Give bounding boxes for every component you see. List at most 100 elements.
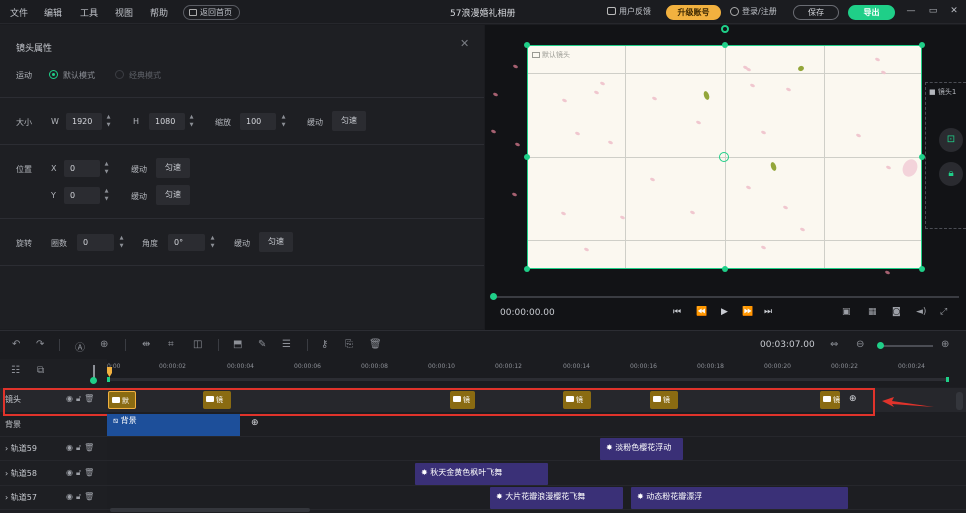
width-stepper[interactable]: ▲ ▼ — [104, 113, 113, 130]
skip-start-icon[interactable]: ⏮ — [673, 307, 681, 317]
width-input[interactable]: 1920 — [66, 113, 102, 130]
prev-frame-icon[interactable]: ⏪ — [696, 307, 707, 317]
track-57[interactable]: › 轨道57 ◉🔓︎🗑︎ ✸ 大片花瓣浪漫樱花飞舞 ✸ 动态粉花瓣漂浮 — [0, 486, 966, 510]
angle-input[interactable]: 0° — [168, 234, 205, 251]
playback-knob[interactable] — [490, 293, 497, 300]
resize-handle[interactable] — [919, 266, 925, 272]
record-icon[interactable]: Ⓐ — [75, 339, 85, 354]
height-stepper[interactable]: ▲ ▼ — [187, 113, 196, 130]
skip-end-icon[interactable]: ⏭ — [764, 307, 772, 317]
track-controls[interactable]: ◉🔓︎🗑︎ — [66, 492, 97, 502]
radio-default-mode[interactable] — [49, 70, 58, 79]
rotation-ease-select[interactable]: 匀速 — [259, 232, 293, 252]
split-icon[interactable]: ⇹ — [142, 339, 150, 350]
login-button[interactable]: 登录/注册 — [730, 6, 777, 17]
menu-tools[interactable]: 工具 — [80, 6, 98, 19]
timeline-scrubber[interactable] — [107, 378, 949, 381]
screenshot-icon[interactable]: ◙ — [892, 307, 901, 317]
close-window-icon[interactable]: ✕ — [948, 5, 960, 17]
replace-icon[interactable]: ⬒ — [233, 339, 242, 350]
undo-icon[interactable]: ↶ — [12, 339, 20, 350]
effect-clip[interactable]: ✸ 秋天金黄色枫叶飞舞 — [415, 463, 548, 485]
upgrade-button[interactable]: 升级账号 — [666, 5, 721, 20]
fit-timeline-icon[interactable]: ⇔ — [830, 339, 838, 350]
resize-handle[interactable] — [524, 154, 530, 160]
time-ruler[interactable]: 0:00 00:00:02 00:00:04 00:00:06 00:00:08… — [107, 359, 966, 387]
copy-icon[interactable]: ⎘ — [345, 339, 353, 350]
add-track-icon[interactable]: ⧉ — [37, 365, 44, 376]
vertical-scrollbar[interactable] — [956, 392, 963, 410]
delete-icon[interactable]: 🗑︎ — [369, 339, 382, 350]
radio-classic-mode[interactable] — [115, 70, 124, 79]
zoom-slider-knob[interactable] — [877, 342, 884, 349]
center-anchor-icon[interactable] — [719, 152, 729, 162]
back-home-button[interactable]: 返回首页 — [183, 5, 240, 20]
lock-track-icon[interactable]: ⚷ — [321, 339, 328, 350]
save-button[interactable]: 保存 — [793, 5, 839, 20]
size-ease-select[interactable]: 匀速 — [332, 111, 366, 131]
track-controls[interactable]: ◉🔓︎🗑︎ — [66, 443, 97, 453]
minimize-icon[interactable]: — — [905, 5, 917, 17]
resize-handle[interactable] — [919, 42, 925, 48]
turns-stepper[interactable]: ▲ ▼ — [117, 234, 126, 251]
y-ease-select[interactable]: 匀速 — [156, 185, 190, 205]
track-59[interactable]: › 轨道59 ◉🔓︎🗑︎ ✸ 淡粉色樱花浮动 — [0, 437, 966, 461]
resize-handle[interactable] — [524, 42, 530, 48]
close-panel-icon[interactable]: ✕ — [460, 37, 469, 50]
canvas[interactable]: 默认镜头 — [527, 45, 922, 269]
height-input[interactable]: 1080 — [149, 113, 185, 130]
resize-handle[interactable] — [722, 266, 728, 272]
track-controls[interactable]: ◉🔓︎🗑︎ — [66, 468, 97, 478]
next-frame-icon[interactable]: ⏩ — [742, 307, 753, 317]
menu-view[interactable]: 视图 — [115, 6, 133, 19]
classic-mode-label[interactable]: 经典模式 — [129, 70, 161, 81]
menu-edit[interactable]: 编辑 — [44, 6, 62, 19]
add-clip-icon[interactable]: ⊕ — [251, 418, 259, 428]
pip-icon[interactable]: ▣ — [842, 307, 851, 317]
export-button[interactable]: 导出 — [848, 5, 895, 20]
effect-clip[interactable]: ✸ 淡粉色樱花浮动 — [600, 438, 683, 460]
x-stepper[interactable]: ▲ ▼ — [102, 160, 111, 177]
playback-progress[interactable] — [493, 296, 959, 298]
x-input[interactable]: 0 — [64, 160, 100, 177]
zoom-out-icon[interactable]: ⊖ — [856, 339, 864, 350]
fit-frame-icon[interactable]: ⊡ — [939, 128, 963, 152]
effect-clip[interactable]: ✸ 大片花瓣浪漫樱花飞舞 — [490, 487, 623, 509]
track-height-knob[interactable] — [90, 377, 97, 384]
crop-icon[interactable]: ⌗ — [168, 339, 174, 350]
zoom-in-icon[interactable]: ⊕ — [941, 339, 949, 350]
scale-stepper[interactable]: ▲ ▼ — [279, 113, 288, 130]
scrubber-end-handle[interactable] — [946, 377, 949, 382]
menu-help[interactable]: 帮助 — [150, 6, 168, 19]
redo-icon[interactable]: ↷ — [36, 339, 44, 350]
track-settings-icon[interactable]: ☷ — [11, 365, 20, 376]
x-ease-select[interactable]: 匀速 — [156, 158, 190, 178]
layers-icon[interactable]: ☰ — [282, 339, 291, 350]
track-background[interactable]: 背景 ⧅ 背景 ⊕ — [0, 413, 966, 437]
zoom-slider[interactable] — [878, 345, 933, 347]
target-icon[interactable]: ⊕ — [100, 339, 108, 350]
track-58[interactable]: › 轨道58 ◉🔓︎🗑︎ ✸ 秋天金黄色枫叶飞舞 — [0, 462, 966, 486]
edit-icon[interactable]: ✎ — [258, 339, 266, 350]
feedback-button[interactable]: 用户反馈 — [607, 6, 651, 17]
scale-input[interactable]: 100 — [240, 113, 276, 130]
scrubber-start-handle[interactable] — [107, 377, 110, 382]
flip-icon[interactable]: ◫ — [193, 339, 202, 350]
effect-clip[interactable]: ✸ 动态粉花瓣漂浮 — [631, 487, 848, 509]
rotate-handle-icon[interactable] — [721, 25, 729, 33]
horizontal-scrollbar[interactable] — [110, 508, 310, 512]
play-icon[interactable]: ▶ — [721, 307, 728, 317]
maximize-icon[interactable]: ▭ — [927, 5, 939, 17]
fullscreen-icon[interactable]: ⤢ — [940, 307, 947, 317]
y-stepper[interactable]: ▲ ▼ — [102, 187, 111, 204]
resize-handle[interactable] — [524, 266, 530, 272]
y-input[interactable]: 0 — [64, 187, 100, 204]
resize-handle[interactable] — [722, 42, 728, 48]
turns-input[interactable]: 0 — [77, 234, 114, 251]
grid-icon[interactable]: ▦ — [868, 307, 877, 317]
volume-icon[interactable]: ◄) — [916, 307, 926, 317]
background-clip[interactable]: ⧅ 背景 — [107, 414, 240, 436]
lock-icon[interactable]: 🔒︎ — [939, 162, 963, 186]
default-mode-label[interactable]: 默认模式 — [63, 70, 95, 81]
menu-file[interactable]: 文件 — [10, 6, 28, 19]
